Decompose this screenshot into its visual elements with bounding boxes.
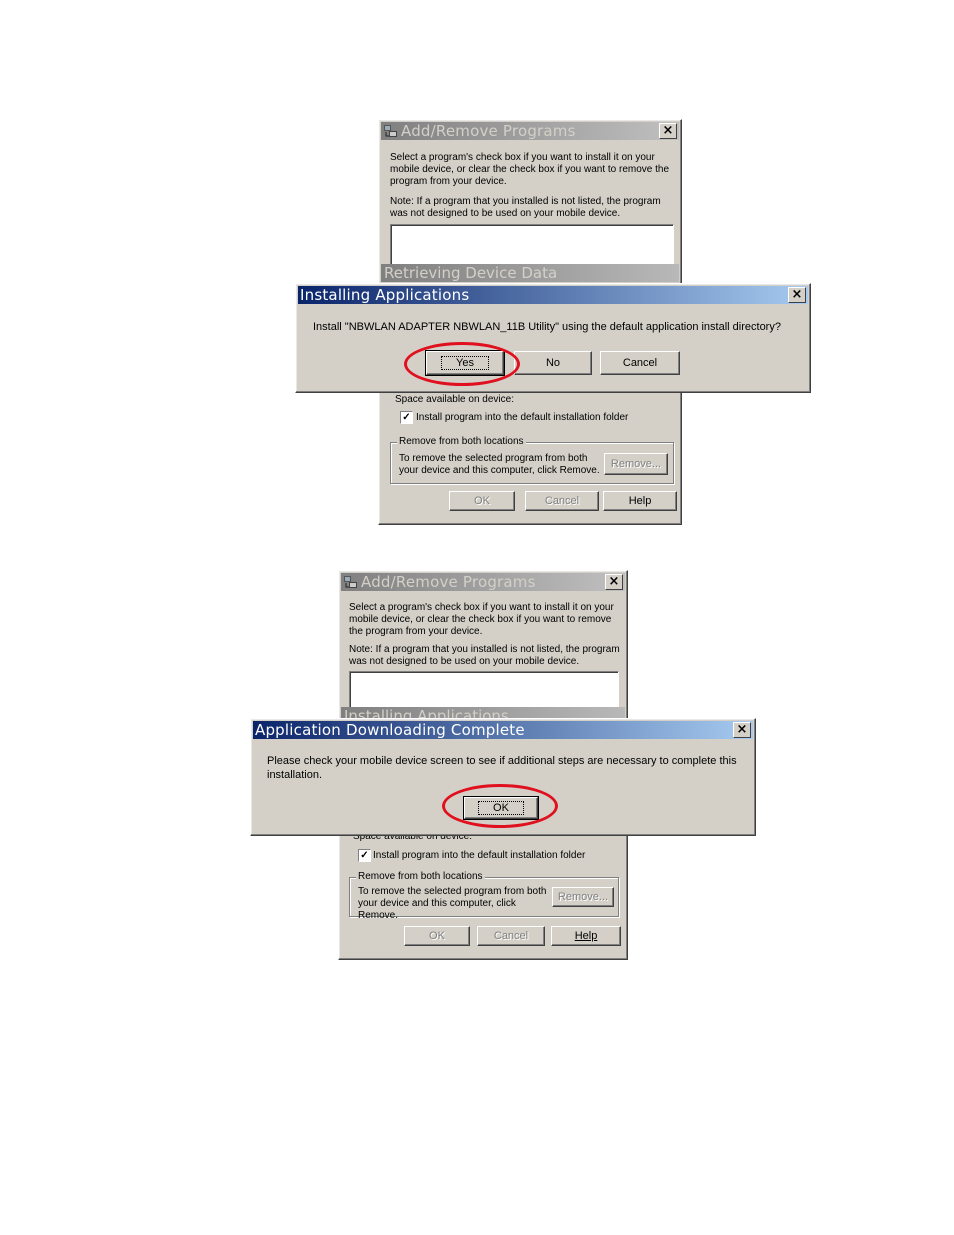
- remove-group-text: To remove the selected program from both…: [399, 453, 600, 476]
- note-text: Note: If a program that you installed is…: [390, 196, 661, 219]
- remove-group-label: Remove from both locations: [397, 436, 526, 447]
- window-title: Add/Remove Programs: [361, 573, 536, 591]
- download-complete-dialog: Application Downloading Complete × Pleas…: [250, 718, 756, 836]
- close-icon[interactable]: ×: [605, 574, 623, 590]
- ok-button[interactable]: OK: [404, 926, 470, 946]
- default-folder-checkbox[interactable]: ✓: [400, 411, 413, 424]
- program-list[interactable]: [349, 671, 619, 709]
- close-icon[interactable]: ×: [788, 287, 806, 303]
- progress-window-title: Retrieving Device Data: [381, 264, 679, 282]
- screenshot-panel-1: Add/Remove Programs × Select a program's…: [280, 113, 812, 531]
- default-folder-label: Install program into the default install…: [416, 412, 629, 423]
- note-text: Note: If a program that you installed is…: [349, 644, 620, 667]
- add-remove-programs-icon: [343, 574, 359, 590]
- add-remove-programs-icon: [383, 123, 399, 139]
- download-complete-message: Please check your mobile device screen t…: [267, 755, 737, 781]
- remove-group: Remove from both locations To remove the…: [349, 871, 619, 921]
- ok-button-label: OK: [478, 801, 524, 815]
- remove-button[interactable]: Remove...: [552, 887, 614, 907]
- screenshot-panel-2: Add/Remove Programs × Select a program's…: [226, 566, 756, 960]
- dialog-title: Installing Applications: [300, 286, 470, 304]
- close-icon[interactable]: ×: [659, 123, 677, 139]
- window-titlebar[interactable]: Add/Remove Programs ×: [381, 122, 679, 140]
- install-prompt-text: Install "NBWLAN ADAPTER NBWLAN_11B Utili…: [313, 321, 781, 333]
- window-title: Add/Remove Programs: [401, 122, 576, 140]
- dialog-title: Application Downloading Complete: [255, 721, 525, 739]
- yes-button-label: Yes: [441, 356, 489, 370]
- remove-group: Remove from both locations To remove the…: [390, 436, 674, 484]
- space-available-label: Space available on device:: [395, 394, 514, 405]
- help-button[interactable]: Help: [551, 926, 621, 946]
- ok-button[interactable]: OK: [449, 491, 515, 511]
- default-folder-checkbox[interactable]: ✓: [358, 849, 371, 862]
- dialog-titlebar[interactable]: Application Downloading Complete ×: [253, 721, 753, 739]
- window-titlebar[interactable]: Add/Remove Programs ×: [341, 573, 625, 591]
- program-list[interactable]: [390, 224, 674, 266]
- help-button-label: Help: [574, 930, 598, 942]
- installing-applications-dialog: Installing Applications × Install "NBWLA…: [295, 283, 811, 393]
- help-button[interactable]: Help: [603, 491, 677, 511]
- yes-button[interactable]: Yes: [425, 350, 505, 376]
- default-folder-label: Install program into the default install…: [373, 850, 586, 861]
- cancel-button[interactable]: Cancel: [477, 926, 545, 946]
- help-button-label: Help: [628, 495, 652, 507]
- cancel-button[interactable]: Cancel: [525, 491, 599, 511]
- remove-group-label: Remove from both locations: [356, 871, 485, 882]
- ok-button[interactable]: OK: [463, 796, 539, 820]
- instructions-text: Select a program's check box if you want…: [349, 602, 614, 637]
- remove-button[interactable]: Remove...: [604, 453, 668, 475]
- cancel-button[interactable]: Cancel: [600, 351, 680, 375]
- dialog-titlebar[interactable]: Installing Applications ×: [298, 286, 808, 304]
- close-icon[interactable]: ×: [733, 722, 751, 738]
- no-button[interactable]: No: [514, 351, 592, 375]
- instructions-text: Select a program's check box if you want…: [390, 152, 670, 187]
- remove-group-text: To remove the selected program from both…: [358, 886, 547, 921]
